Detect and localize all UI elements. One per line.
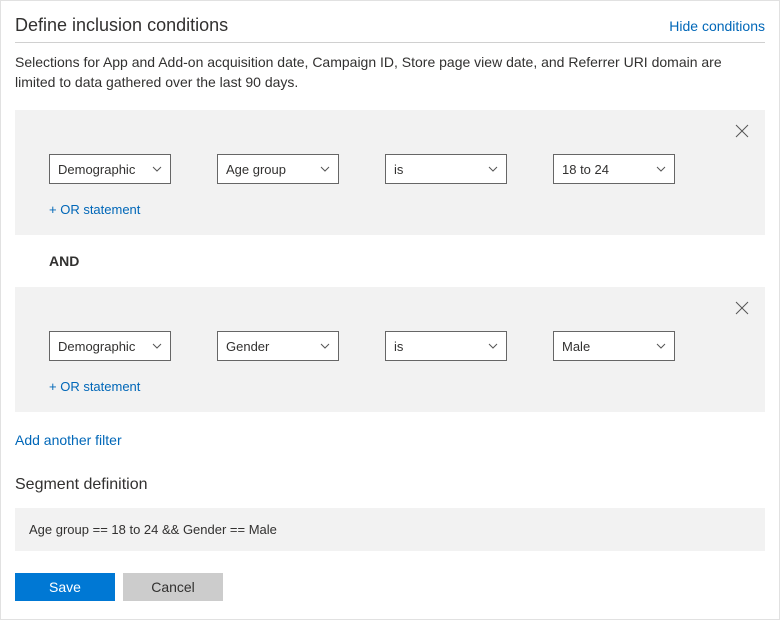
chevron-down-icon — [488, 341, 498, 351]
close-icon — [735, 124, 749, 138]
panel-description: Selections for App and Add-on acquisitio… — [15, 53, 765, 92]
select-value: Demographic — [58, 339, 135, 354]
condition-selects-row: Demographic Age group is 18 to 24 — [49, 154, 751, 184]
chevron-down-icon — [320, 341, 330, 351]
panel-title: Define inclusion conditions — [15, 15, 228, 36]
select-value: Age group — [226, 162, 286, 177]
remove-condition-button[interactable] — [733, 299, 751, 317]
condition-block: Demographic Gender is Male + OR statemen… — [15, 287, 765, 412]
select-value: is — [394, 162, 403, 177]
or-statement-link[interactable]: + OR statement — [49, 202, 751, 217]
segment-definition-title: Segment definition — [15, 476, 765, 494]
attribute-select[interactable]: Gender — [217, 331, 339, 361]
chevron-down-icon — [656, 164, 666, 174]
close-icon — [735, 301, 749, 315]
value-select[interactable]: 18 to 24 — [553, 154, 675, 184]
category-select[interactable]: Demographic — [49, 154, 171, 184]
select-value: Male — [562, 339, 590, 354]
action-buttons: Save Cancel — [15, 573, 765, 601]
segment-definition-box: Age group == 18 to 24 && Gender == Male — [15, 508, 765, 551]
hide-conditions-link[interactable]: Hide conditions — [669, 18, 765, 34]
inclusion-conditions-panel: Define inclusion conditions Hide conditi… — [0, 0, 780, 620]
or-statement-link[interactable]: + OR statement — [49, 379, 751, 394]
value-select[interactable]: Male — [553, 331, 675, 361]
and-connector: AND — [15, 235, 765, 287]
chevron-down-icon — [152, 164, 162, 174]
chevron-down-icon — [656, 341, 666, 351]
select-value: 18 to 24 — [562, 162, 609, 177]
remove-condition-button[interactable] — [733, 122, 751, 140]
operator-select[interactable]: is — [385, 154, 507, 184]
add-filter-link[interactable]: Add another filter — [15, 432, 122, 448]
cancel-button[interactable]: Cancel — [123, 573, 223, 601]
select-value: Demographic — [58, 162, 135, 177]
select-value: Gender — [226, 339, 269, 354]
condition-selects-row: Demographic Gender is Male — [49, 331, 751, 361]
condition-block: Demographic Age group is 18 to 24 + OR s… — [15, 110, 765, 235]
chevron-down-icon — [320, 164, 330, 174]
operator-select[interactable]: is — [385, 331, 507, 361]
category-select[interactable]: Demographic — [49, 331, 171, 361]
save-button[interactable]: Save — [15, 573, 115, 601]
select-value: is — [394, 339, 403, 354]
chevron-down-icon — [152, 341, 162, 351]
panel-header: Define inclusion conditions Hide conditi… — [15, 15, 765, 43]
chevron-down-icon — [488, 164, 498, 174]
attribute-select[interactable]: Age group — [217, 154, 339, 184]
